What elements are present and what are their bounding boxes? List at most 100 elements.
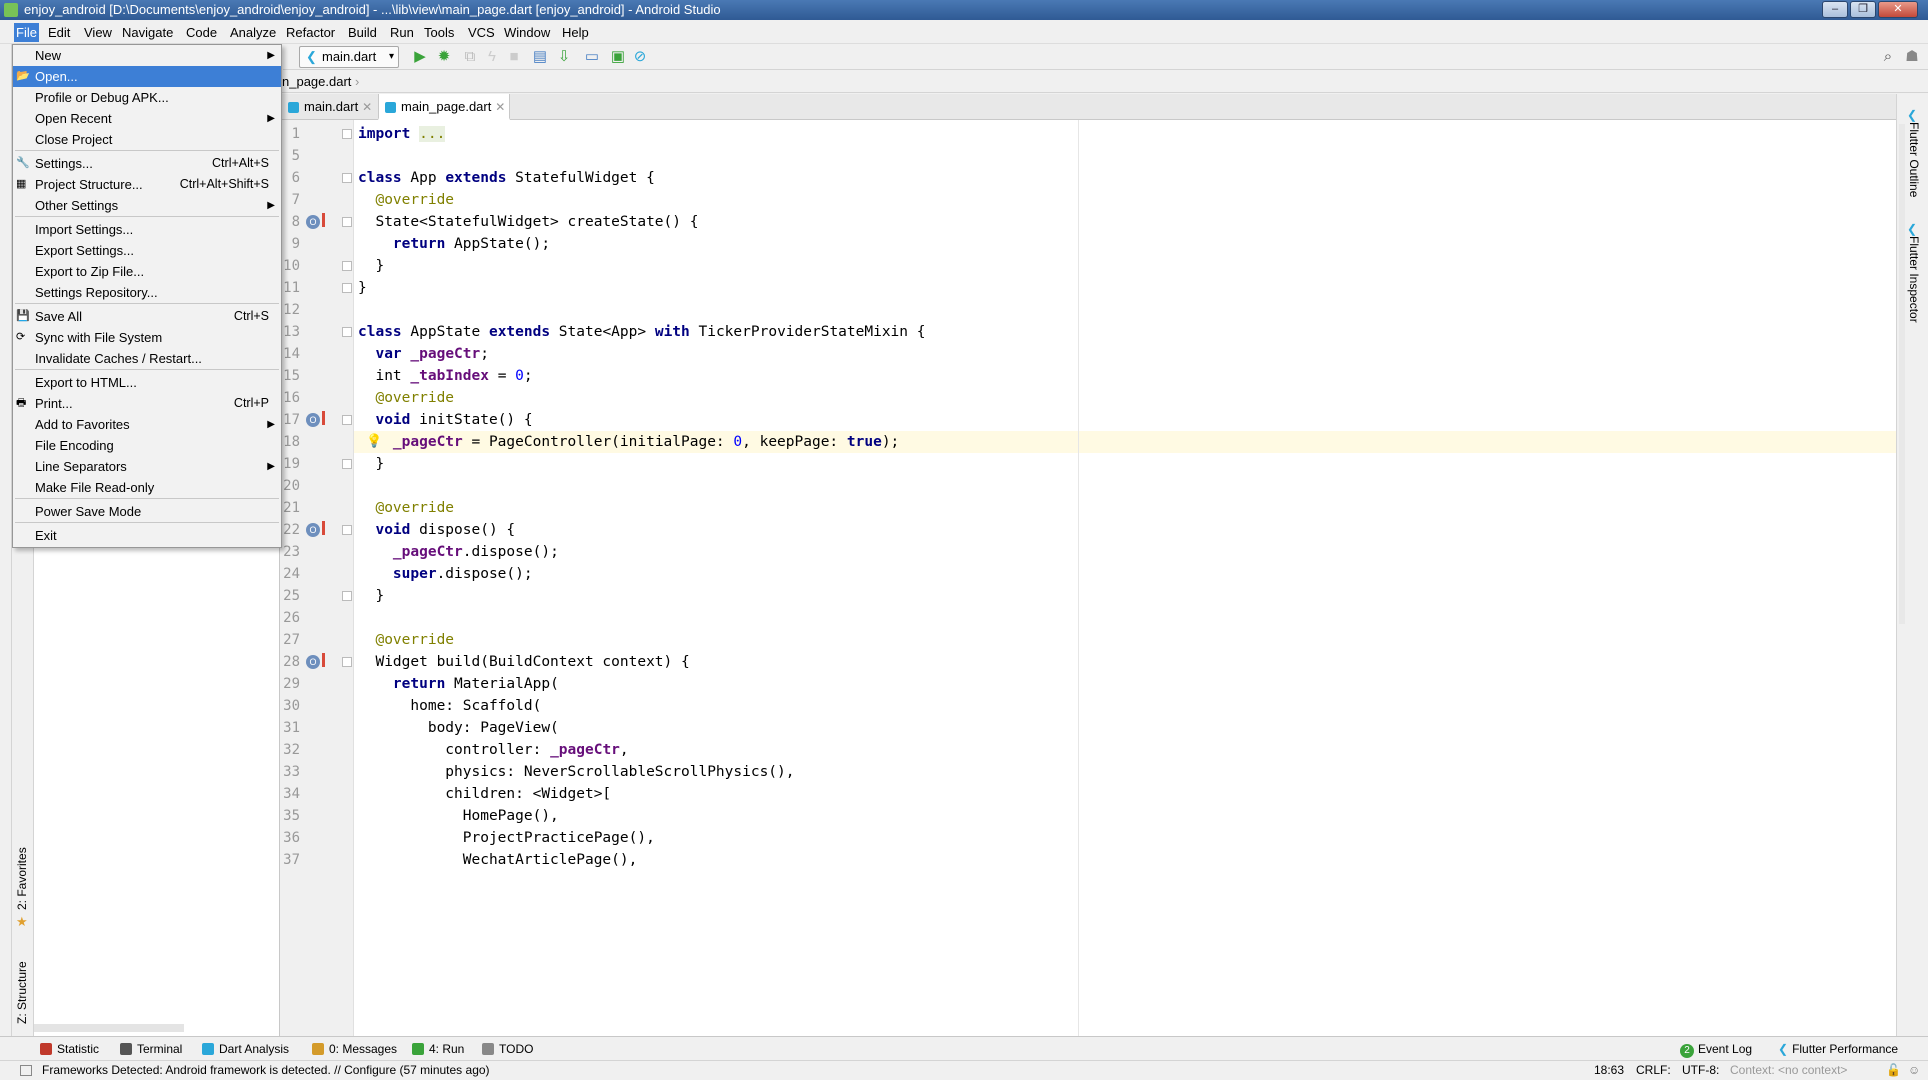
file-menu-item-project-structure[interactable]: ▦ Project Structure... Ctrl+Alt+Shift+S	[13, 174, 281, 195]
tab-main-dart[interactable]: main.dart ✕	[282, 94, 376, 120]
debug-icon[interactable]: ✹	[435, 48, 453, 66]
menu-analyze[interactable]: Analyze	[228, 23, 278, 42]
code-line[interactable]: }	[358, 277, 367, 299]
flutter-performance-tool-button[interactable]: ❮ Flutter Performance	[1778, 1041, 1898, 1057]
fold-toggle-icon[interactable]	[342, 261, 352, 271]
code-line[interactable]: _pageCtr = PageController(initialPage: 0…	[358, 431, 899, 453]
lock-icon[interactable]: 🔓	[1886, 1061, 1901, 1080]
event-log-tool-button[interactable]: 2 Event Log	[1680, 1041, 1752, 1058]
menu-view[interactable]: View	[82, 23, 114, 42]
menu-navigate[interactable]: Navigate	[120, 23, 175, 42]
code-line[interactable]: class AppState extends State<App> with T…	[358, 321, 925, 343]
dart-analysis-tool-button[interactable]: Dart Analysis	[202, 1041, 289, 1057]
attach-debugger-icon[interactable]: ⧉	[461, 48, 479, 66]
code-editor[interactable]: 1 5 6 7 8 O 9 10 11 12 13 14 15 16 17 O 18 19 20 21 22 O 23 24 2…	[282, 120, 1896, 1036]
hot-reload-icon[interactable]: ϟ	[483, 48, 501, 66]
minimize-button[interactable]: –	[1822, 1, 1848, 18]
code-line[interactable]: home: Scaffold(	[358, 695, 541, 717]
code-line[interactable]: }	[358, 453, 384, 475]
file-encoding[interactable]: UTF-8:	[1682, 1061, 1719, 1080]
file-menu-item-new[interactable]: New ▶	[13, 45, 281, 66]
disable-icon[interactable]: ⊘	[631, 48, 649, 66]
file-menu-item-profile-or-debug-apk[interactable]: Profile or Debug APK...	[13, 87, 281, 108]
menu-file[interactable]: File	[14, 23, 39, 42]
run-tool-button[interactable]: 4: Run	[412, 1041, 464, 1057]
toggle-tool-windows-icon[interactable]	[20, 1065, 32, 1076]
flutter-inspector-tool-button[interactable]: Flutter Inspector	[1907, 236, 1921, 323]
menu-build[interactable]: Build	[346, 23, 379, 42]
file-menu-item-add-to-favorites[interactable]: Add to Favorites ▶	[13, 414, 281, 435]
favorites-tool-button[interactable]: 2: Favorites	[15, 847, 29, 910]
file-menu-item-other-settings[interactable]: Other Settings ▶	[13, 195, 281, 216]
tab-main-page-dart[interactable]: main_page.dart ✕	[378, 94, 511, 120]
file-menu-item-settings-repository[interactable]: Settings Repository...	[13, 282, 281, 303]
vertical-scrollbar[interactable]	[1899, 124, 1905, 624]
terminal-tool-button[interactable]: Terminal	[120, 1041, 182, 1057]
code-line[interactable]: ProjectPracticePage(),	[358, 827, 655, 849]
messages-tool-button[interactable]: 0: Messages	[312, 1041, 397, 1057]
close-tab-icon[interactable]: ✕	[362, 94, 372, 120]
file-menu-item-invalidate-caches-restart[interactable]: Invalidate Caches / Restart...	[13, 348, 281, 369]
file-menu-item-line-separators[interactable]: Line Separators ▶	[13, 456, 281, 477]
code-line[interactable]: var _pageCtr;	[358, 343, 489, 365]
code-line[interactable]: void dispose() {	[358, 519, 515, 541]
breadcrumb[interactable]: n_page.dart ›	[282, 71, 1928, 93]
line-separator[interactable]: CRLF:	[1636, 1061, 1671, 1080]
file-menu-item-file-encoding[interactable]: File Encoding	[13, 435, 281, 456]
fold-toggle-icon[interactable]	[342, 217, 352, 227]
menu-run[interactable]: Run	[388, 23, 416, 42]
fold-toggle-icon[interactable]	[342, 327, 352, 337]
code-line[interactable]: }	[358, 585, 384, 607]
fold-toggle-icon[interactable]	[342, 459, 352, 469]
menu-refactor[interactable]: Refactor	[284, 23, 337, 42]
file-menu-item-export-to-zip-file[interactable]: Export to Zip File...	[13, 261, 281, 282]
file-menu-item-print[interactable]: 🖶 Print... Ctrl+P	[13, 393, 281, 414]
fold-toggle-icon[interactable]	[342, 591, 352, 601]
file-menu-item-exit[interactable]: Exit	[13, 525, 281, 546]
file-menu-item-power-save-mode[interactable]: Power Save Mode	[13, 501, 281, 522]
intention-bulb-icon[interactable]: 💡	[366, 433, 382, 449]
editor-gutter[interactable]: 1 5 6 7 8 O 9 10 11 12 13 14 15 16 17 O 18 19 20 21 22 O 23 24 2…	[282, 120, 354, 1036]
code-line[interactable]: class App extends StatefulWidget {	[358, 167, 655, 189]
file-menu-item-export-to-html[interactable]: Export to HTML...	[13, 372, 281, 393]
performance-icon[interactable]: ▣	[609, 48, 627, 66]
code-line[interactable]: void initState() {	[358, 409, 532, 431]
override-marker-icon[interactable]: O	[306, 413, 320, 427]
menu-code[interactable]: Code	[184, 23, 219, 42]
close-window-button[interactable]: ✕	[1878, 1, 1918, 18]
code-line[interactable]: children: <Widget>[	[358, 783, 611, 805]
menu-vcs[interactable]: VCS	[466, 23, 497, 42]
code-line[interactable]: @override	[358, 629, 454, 651]
code-line[interactable]: import ...	[358, 123, 446, 145]
code-line[interactable]: @override	[358, 387, 454, 409]
code-line[interactable]: body: PageView(	[358, 717, 559, 739]
close-tab-icon[interactable]: ✕	[495, 94, 505, 120]
sdk-manager-icon[interactable]: ⇩	[555, 48, 573, 66]
code-line[interactable]: controller: _pageCtr,	[358, 739, 628, 761]
statistic-tool-button[interactable]: Statistic	[40, 1041, 99, 1057]
file-menu-item-sync-with-file-system[interactable]: ⟳ Sync with File System	[13, 327, 281, 348]
fold-toggle-icon[interactable]	[342, 173, 352, 183]
fold-toggle-icon[interactable]	[342, 525, 352, 535]
search-icon[interactable]: ⌕	[1879, 48, 1897, 66]
code-line[interactable]: State<StatefulWidget> createState() {	[358, 211, 698, 233]
run-icon[interactable]: ▶	[411, 48, 429, 66]
file-menu-item-export-settings[interactable]: Export Settings...	[13, 240, 281, 261]
fold-toggle-icon[interactable]	[342, 129, 352, 139]
override-marker-icon[interactable]: O	[306, 215, 320, 229]
menu-help[interactable]: Help	[560, 23, 591, 42]
code-line[interactable]: int _tabIndex = 0;	[358, 365, 532, 387]
user-icon[interactable]: ☗	[1903, 48, 1921, 66]
sync-gradle-icon[interactable]: ▤	[531, 48, 549, 66]
context-indicator[interactable]: Context: <no context>	[1730, 1061, 1847, 1080]
file-menu-item-import-settings[interactable]: Import Settings...	[13, 219, 281, 240]
inspector-icon[interactable]: ☺	[1908, 1061, 1920, 1080]
code-line[interactable]: }	[358, 255, 384, 277]
fold-toggle-icon[interactable]	[342, 657, 352, 667]
horizontal-scrollbar[interactable]	[34, 1024, 184, 1032]
todo-tool-button[interactable]: TODO	[482, 1041, 533, 1057]
breadcrumb-file[interactable]: n_page.dart	[282, 74, 351, 89]
structure-tool-button[interactable]: Z: Structure	[15, 961, 29, 1024]
override-marker-icon[interactable]: O	[306, 655, 320, 669]
code-line[interactable]: @override	[358, 497, 454, 519]
